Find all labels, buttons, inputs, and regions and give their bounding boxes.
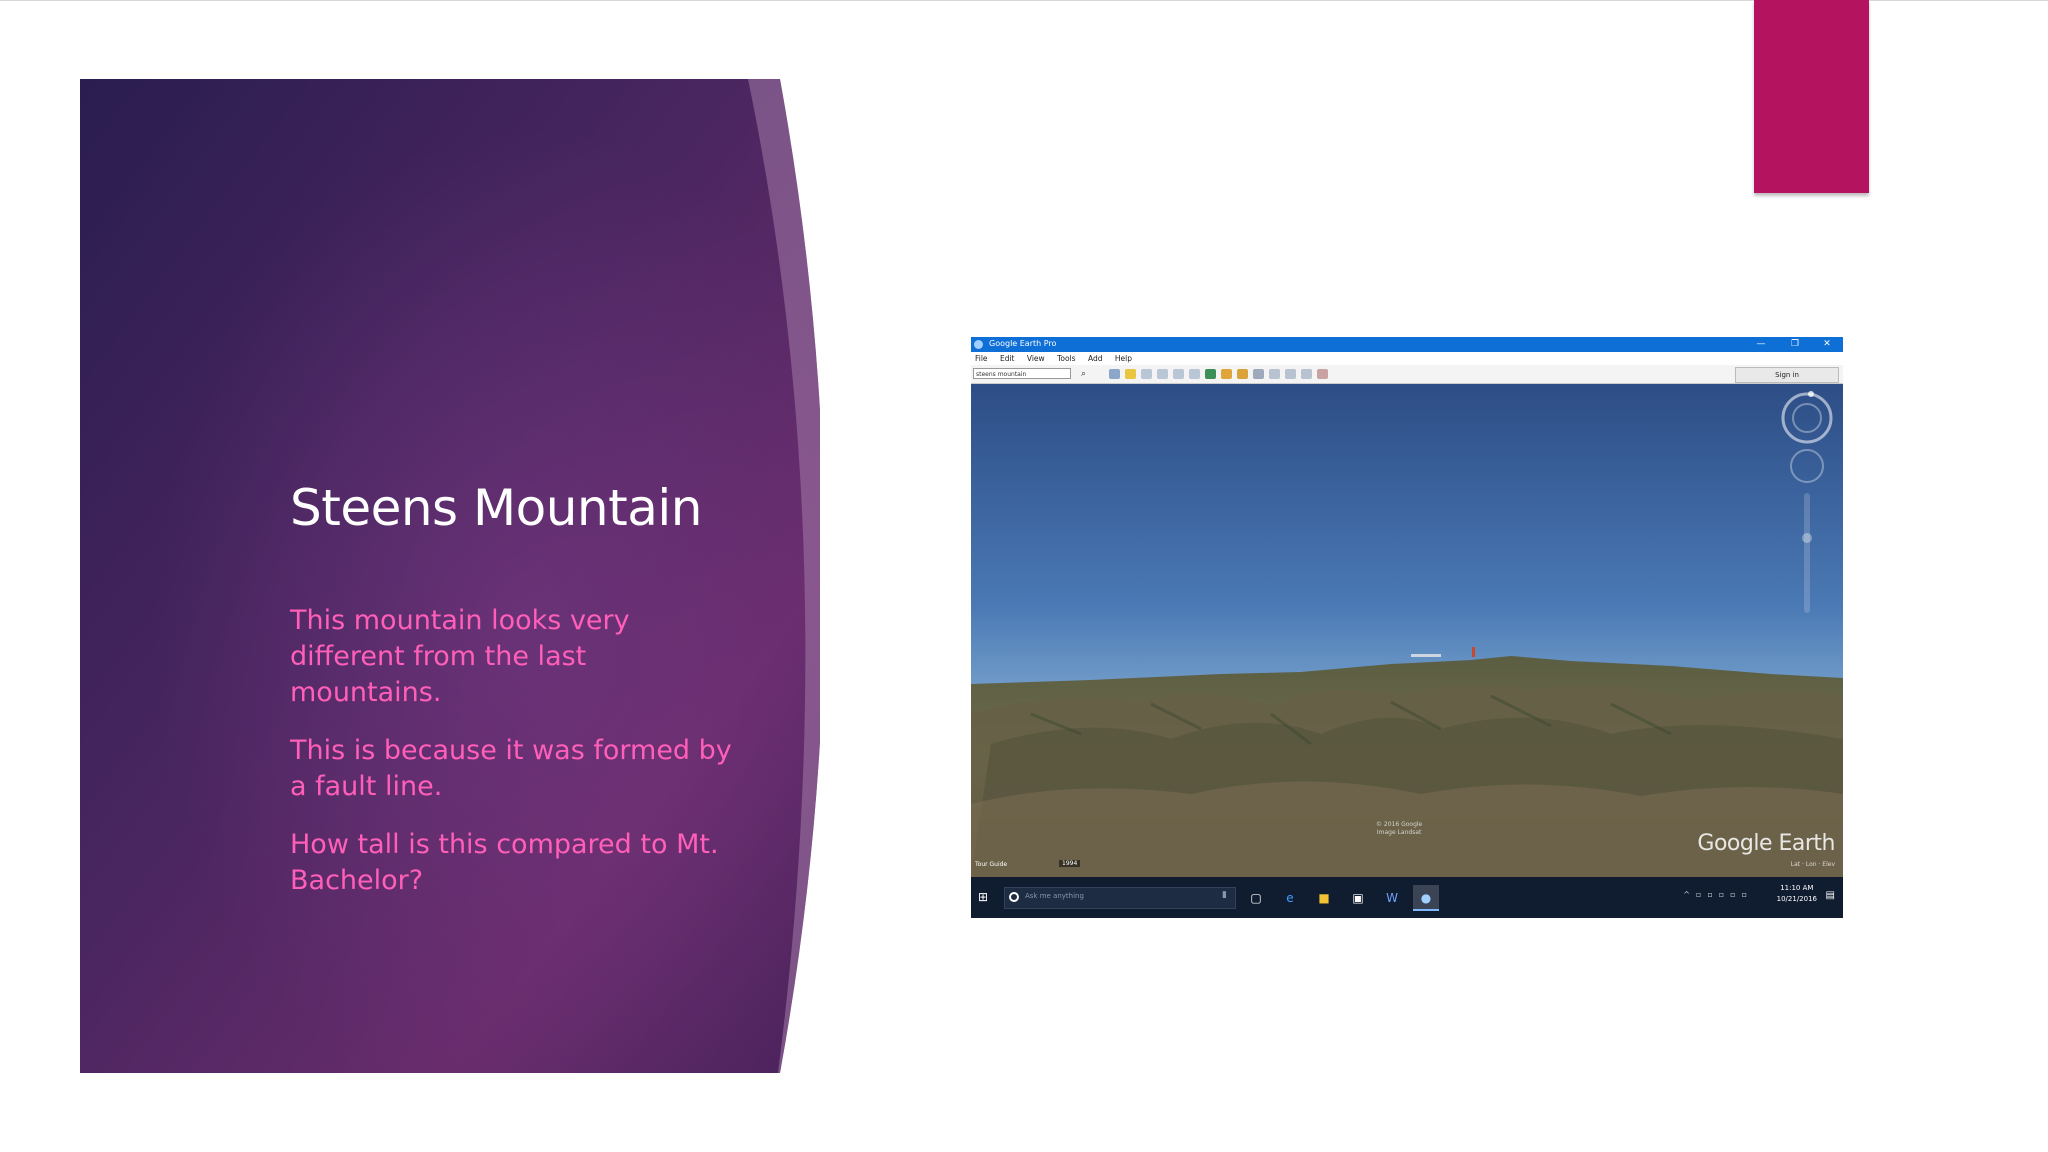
planets-icon[interactable] <box>1237 369 1248 379</box>
status-coordinates: Lat · Lon · Elev <box>1790 861 1835 868</box>
print-icon[interactable] <box>1285 369 1296 379</box>
menu-file[interactable]: File <box>975 354 988 363</box>
sign-in-button[interactable]: Sign in <box>1735 367 1839 383</box>
google-earth-screenshot: Google Earth Pro — ❐ ✕ File Edit View To… <box>971 337 1843 918</box>
save-image-icon[interactable] <box>1301 369 1312 379</box>
email-icon[interactable] <box>1269 369 1280 379</box>
toolbar-icons <box>1109 369 1328 379</box>
microphone-icon[interactable]: ▮ <box>1222 890 1227 900</box>
imagery-year: 1994 <box>1059 860 1081 867</box>
body-paragraph: This is because it was formed by a fault… <box>290 735 732 802</box>
menu-edit[interactable]: Edit <box>1000 354 1015 363</box>
taskbar-search-placeholder: Ask me anything <box>1025 892 1084 900</box>
navigation-controls[interactable] <box>1777 388 1837 628</box>
edge-icon[interactable]: e <box>1277 885 1303 911</box>
menu-bar: File Edit View Tools Add Help <box>971 352 1843 365</box>
maximize-button[interactable]: ❐ <box>1781 337 1809 352</box>
slide-body: This mountain looks very different from … <box>290 603 740 921</box>
clock-time: 11:10 AM <box>1780 884 1814 892</box>
clock-date: 10/21/2016 <box>1776 895 1817 903</box>
menu-add[interactable]: Add <box>1088 354 1103 363</box>
ruler-icon[interactable] <box>1253 369 1264 379</box>
cortana-icon <box>1009 892 1019 902</box>
google-earth-icon <box>974 340 983 349</box>
toolbar: steens mountain ⌕ Sign in <box>971 365 1843 384</box>
placemark-icon[interactable] <box>1125 369 1136 379</box>
accent-tab <box>1754 0 1869 193</box>
menu-view[interactable]: View <box>1027 354 1045 363</box>
title-panel: Steens Mountain This mountain looks very… <box>80 79 820 1073</box>
windows-taskbar: ⊞ Ask me anything ▮ ▢ e ■ ▣ W ● ^▫▫▫▫▫ 1… <box>971 877 1843 918</box>
taskbar-search[interactable]: Ask me anything <box>1004 887 1236 909</box>
polygon-icon[interactable] <box>1141 369 1152 379</box>
body-paragraph: How tall is this compared to Mt. Bachelo… <box>290 829 719 896</box>
overlay-icon[interactable] <box>1173 369 1184 379</box>
google-earth-watermark: Google Earth <box>1697 831 1835 856</box>
sunlight-icon[interactable] <box>1221 369 1232 379</box>
window-title: Google Earth Pro <box>989 339 1057 348</box>
top-rule <box>0 0 2048 1</box>
tour-guide-bar: Tour Guide 1994 Lat · Lon · Elev <box>971 855 1843 877</box>
imagery-attribution: © 2016 Google Image Landsat <box>1376 821 1423 836</box>
google-earth-taskbar-icon[interactable]: ● <box>1413 885 1439 911</box>
tour-guide-button[interactable]: Tour Guide <box>975 861 1007 868</box>
search-input[interactable]: steens mountain <box>973 368 1071 379</box>
slide-title: Steens Mountain <box>290 479 702 537</box>
view-in-maps-icon[interactable] <box>1317 369 1328 379</box>
panel-background <box>80 79 820 1073</box>
taskbar-clock[interactable]: 11:10 AM 10/21/2016 <box>1777 883 1817 905</box>
terrain-view <box>971 384 1843 877</box>
word-icon[interactable]: W <box>1379 885 1405 911</box>
magnifier-icon[interactable]: ⌕ <box>1081 368 1093 380</box>
store-icon[interactable]: ▣ <box>1345 885 1371 911</box>
file-explorer-icon[interactable]: ■ <box>1311 885 1337 911</box>
minimize-button[interactable]: — <box>1747 337 1775 352</box>
taskbar-apps: ▢ e ■ ▣ W ● <box>1243 885 1439 911</box>
historical-imagery-icon[interactable] <box>1205 369 1216 379</box>
sidebar-toggle-icon[interactable] <box>1109 369 1120 379</box>
path-icon[interactable] <box>1157 369 1168 379</box>
task-view-icon[interactable]: ▢ <box>1243 885 1269 911</box>
notification-icon[interactable]: ▤ <box>1826 890 1835 901</box>
menu-help[interactable]: Help <box>1115 354 1132 363</box>
windows-start-icon[interactable]: ⊞ <box>978 890 992 904</box>
earth-viewport[interactable]: © 2016 Google Image Landsat Google Earth <box>971 384 1843 877</box>
record-tour-icon[interactable] <box>1189 369 1200 379</box>
close-button[interactable]: ✕ <box>1813 337 1841 352</box>
menu-tools[interactable]: Tools <box>1057 354 1075 363</box>
system-tray-icons[interactable]: ^▫▫▫▫▫ <box>1683 890 1753 899</box>
window-titlebar: Google Earth Pro — ❐ ✕ <box>971 337 1843 352</box>
body-paragraph: This mountain looks very different from … <box>290 605 630 708</box>
